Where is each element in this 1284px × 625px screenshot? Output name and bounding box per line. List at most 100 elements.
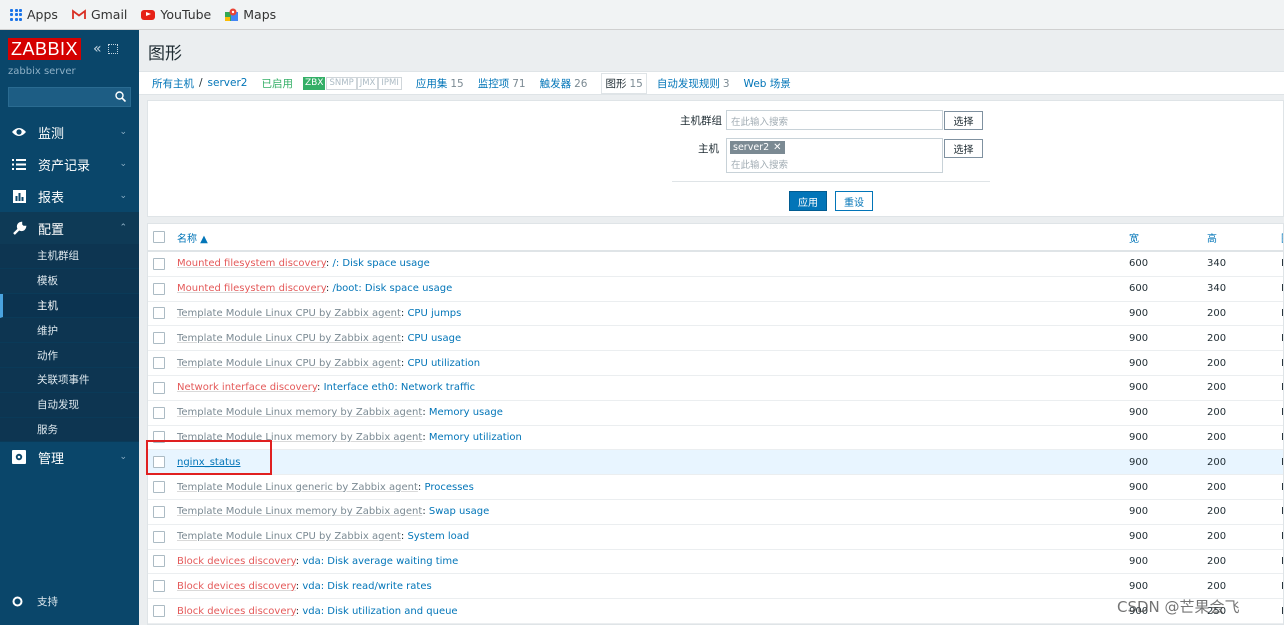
template-link[interactable]: Template Module Linux generic by Zabbix … [177, 482, 418, 493]
graph-name-link[interactable]: Memory utilization [429, 432, 522, 443]
apply-button[interactable]: 应用 [789, 191, 827, 211]
host-input[interactable]: server2 ✕ 在此输入搜索 [726, 138, 943, 173]
graph-name-cell: Template Module Linux CPU by Zabbix agen… [177, 307, 462, 319]
table-row: nginx_status 900 200 I [148, 450, 1283, 476]
row-checkbox[interactable] [153, 431, 165, 444]
kiosk-mode-icon[interactable] [107, 44, 118, 54]
graph-name-cell: Template Module Linux CPU by Zabbix agen… [177, 531, 470, 543]
menu-administration[interactable]: 管理 ⌄ [0, 441, 139, 473]
row-checkbox[interactable] [153, 505, 165, 518]
tab-items[interactable]: 监控项 71 [478, 76, 526, 91]
row-checkbox[interactable] [153, 357, 165, 370]
submenu-services[interactable]: 服务 [0, 417, 139, 443]
zabbix-logo[interactable]: ZABBIX [8, 38, 82, 60]
discovery-rule-link[interactable]: Block devices discovery [177, 606, 296, 617]
submenu-actions[interactable]: 动作 [0, 343, 139, 368]
graph-name-link[interactable]: Memory usage [429, 407, 503, 418]
discovery-rule-link[interactable]: Network interface discovery [177, 382, 317, 393]
menu-monitoring[interactable]: 监测 ⌄ [0, 116, 139, 148]
submenu-templates[interactable]: 模板 [0, 268, 139, 294]
menu-reports[interactable]: 报表 ⌄ [0, 180, 139, 212]
row-checkbox[interactable] [153, 332, 165, 345]
row-checkbox[interactable] [153, 456, 165, 469]
row-checkbox[interactable] [153, 555, 165, 568]
row-checkbox[interactable] [153, 282, 165, 295]
discovery-rule-link[interactable]: Mounted filesystem discovery [177, 258, 326, 269]
graph-name-link[interactable]: System load [407, 531, 469, 542]
submenu-host-groups[interactable]: 主机群组 [0, 244, 139, 269]
row-checkbox[interactable] [153, 381, 165, 394]
menu-label: 报表 [38, 190, 65, 206]
submenu-discovery[interactable]: 自动发现 [0, 392, 139, 418]
graph-name-link[interactable]: Processes [424, 482, 473, 493]
tab-web-scenarios[interactable]: Web 场景 [744, 76, 791, 91]
graph-name-link[interactable]: /boot: Disk space usage [332, 283, 452, 294]
graph-name-link[interactable]: nginx_status [177, 457, 240, 468]
host-label: 主机 [698, 143, 719, 155]
row-checkbox[interactable] [153, 605, 165, 618]
menu-configuration[interactable]: 配置 ⌃ [0, 212, 139, 244]
row-checkbox[interactable] [153, 257, 165, 270]
bookmark-maps[interactable]: Maps [225, 7, 276, 22]
sidebar-search-input[interactable] [8, 87, 131, 107]
tab-applications[interactable]: 应用集 15 [416, 76, 464, 91]
template-link[interactable]: Template Module Linux memory by Zabbix a… [177, 506, 422, 517]
breadcrumb-host[interactable]: server2 [208, 77, 248, 89]
submenu-event-correlation[interactable]: 关联项事件 [0, 367, 139, 393]
row-checkbox[interactable] [153, 406, 165, 419]
tab-triggers[interactable]: 触发器 26 [540, 76, 588, 91]
host-status-enabled[interactable]: 已启用 [261, 76, 293, 91]
tab-graphs[interactable]: 图形 15 [601, 72, 647, 94]
graph-name-link[interactable]: /: Disk space usage [332, 258, 429, 269]
host-chip-label: server2 [733, 142, 770, 153]
remove-chip-icon[interactable]: ✕ [773, 141, 781, 154]
template-link[interactable]: Template Module Linux CPU by Zabbix agen… [177, 358, 401, 369]
graph-name-link[interactable]: vda: Disk utilization and queue [302, 606, 457, 617]
bookmark-gmail[interactable]: Gmail [72, 7, 127, 22]
template-link[interactable]: Template Module Linux memory by Zabbix a… [177, 432, 422, 443]
discovery-rule-link[interactable]: Mounted filesystem discovery [177, 283, 326, 294]
bookmark-label: YouTube [160, 7, 212, 22]
tab-label: 应用集 [415, 77, 448, 90]
collapse-sidebar-icon[interactable]: « [93, 41, 102, 57]
graph-name-link[interactable]: Interface eth0: Network traffic [324, 382, 476, 393]
breadcrumb-all-hosts[interactable]: 所有主机 [152, 76, 194, 91]
host-group-select-button[interactable]: 选择 [944, 111, 983, 130]
template-link[interactable]: Template Module Linux CPU by Zabbix agen… [177, 531, 401, 542]
tab-discovery-rules[interactable]: 自动发现规则 3 [657, 76, 730, 91]
graph-name-link[interactable]: CPU jumps [407, 308, 461, 319]
row-checkbox[interactable] [153, 481, 165, 494]
gear-icon [10, 449, 28, 465]
row-checkbox[interactable] [153, 530, 165, 543]
host-select-button[interactable]: 选择 [944, 139, 983, 158]
graph-name-link[interactable]: vda: Disk average waiting time [302, 556, 458, 567]
graph-width-cell: 900 [1129, 531, 1149, 543]
menu-inventory[interactable]: 资产记录 ⌄ [0, 148, 139, 180]
submenu-hosts[interactable]: 主机 [0, 293, 139, 319]
table-row: Template Module Linux CPU by Zabbix agen… [148, 351, 1283, 376]
graph-name-link[interactable]: vda: Disk read/write rates [302, 581, 431, 592]
tab-label: 触发器 [539, 77, 572, 90]
graph-name-link[interactable]: CPU utilization [407, 358, 480, 369]
template-link[interactable]: Template Module Linux CPU by Zabbix agen… [177, 333, 401, 344]
discovery-rule-link[interactable]: Block devices discovery [177, 581, 296, 592]
bookmark-apps[interactable]: Apps [10, 7, 58, 22]
discovery-rule-link[interactable]: Block devices discovery [177, 556, 296, 567]
template-link[interactable]: Template Module Linux CPU by Zabbix agen… [177, 308, 401, 319]
list-icon [10, 156, 28, 172]
column-name[interactable]: 名称 ▲ [177, 230, 208, 245]
host-group-input[interactable]: 在此输入搜索 [726, 110, 943, 130]
select-all-checkbox[interactable] [153, 231, 165, 243]
graph-name-link[interactable]: CPU usage [407, 333, 461, 344]
template-link[interactable]: Template Module Linux memory by Zabbix a… [177, 407, 422, 418]
graph-width-cell: 900 [1129, 332, 1149, 344]
reset-button[interactable]: 重设 [835, 191, 873, 211]
search-icon[interactable] [115, 91, 126, 102]
graph-width-cell: 900 [1129, 407, 1149, 419]
graph-name-link[interactable]: Swap usage [429, 506, 489, 517]
support-link[interactable]: 支持 [12, 594, 58, 609]
row-checkbox[interactable] [153, 307, 165, 320]
submenu-maintenance[interactable]: 维护 [0, 318, 139, 344]
bookmark-youtube[interactable]: YouTube [141, 7, 211, 22]
row-checkbox[interactable] [153, 580, 165, 593]
